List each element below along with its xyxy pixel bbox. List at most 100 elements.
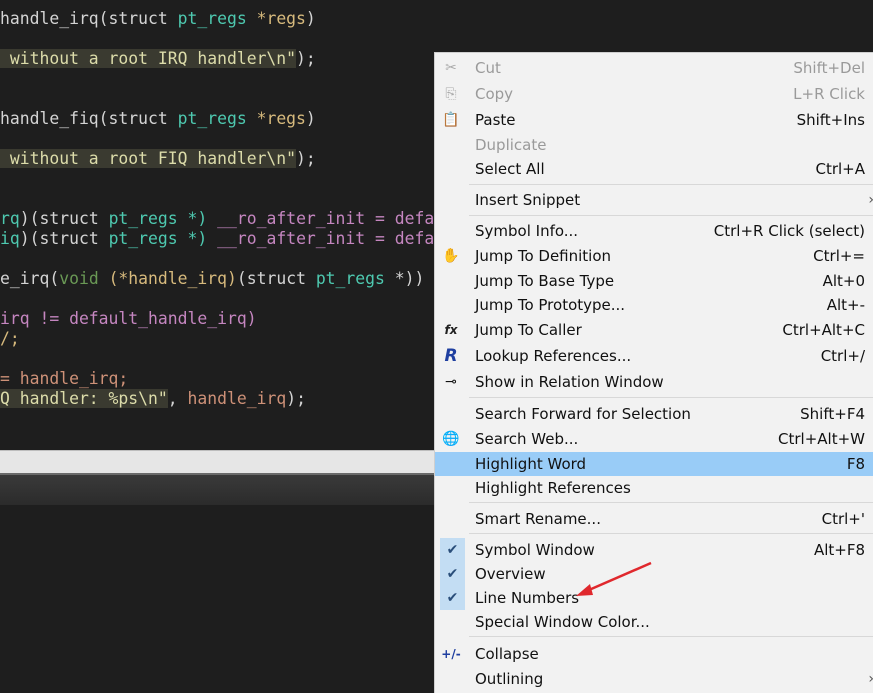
menu-item-shortcut: Shift+Ins xyxy=(796,111,865,129)
menu-item-shortcut: Ctrl+= xyxy=(813,247,865,265)
code-token: irq != default_handle_irq) xyxy=(0,309,257,328)
menu-item-copy[interactable]: ⎘ Copy L+R Click xyxy=(435,82,873,106)
code-token: (*handle_irq) xyxy=(108,269,237,288)
menu-item-label: Jump To Caller xyxy=(475,321,582,339)
code-token: (struct xyxy=(236,269,316,288)
code-token: , xyxy=(167,389,188,408)
code-token: __ro_after_init = defa xyxy=(217,209,435,228)
menu-item-shortcut: Alt+0 xyxy=(822,272,865,290)
menu-item-show-in-relation-window[interactable]: ⊸ Show in Relation Window xyxy=(435,370,873,394)
menu-item-label: Jump To Definition xyxy=(475,247,612,265)
lookup-references-icon: R xyxy=(444,346,458,366)
menu-item-jump-to-caller[interactable]: fx Jump To Caller Ctrl+Alt+C xyxy=(435,318,873,342)
menu-item-smart-rename[interactable]: Smart Rename... Ctrl+' xyxy=(435,507,873,531)
menu-item-label: Search Forward for Selection xyxy=(475,405,691,423)
menu-item-label: Symbol Window xyxy=(475,541,595,559)
menu-item-line-numbers[interactable]: ✔ Line Numbers xyxy=(435,586,873,610)
checkmark-icon: ✔ xyxy=(440,586,465,610)
menu-item-shortcut: Ctrl+R Click (select) xyxy=(713,222,865,240)
menu-item-label: Special Window Color... xyxy=(475,613,650,631)
code-token: rq xyxy=(0,209,20,228)
relation-tree-icon: ⊸ xyxy=(445,374,457,390)
menu-item-highlight-word[interactable]: Highlight Word F8 xyxy=(435,452,873,476)
menu-item-search-forward[interactable]: Search Forward for Selection Shift+F4 xyxy=(435,402,873,426)
code-token: e_irq( xyxy=(0,269,60,288)
menu-item-jump-to-base-type[interactable]: Jump To Base Type Alt+0 xyxy=(435,269,873,293)
menu-item-lookup-references[interactable]: R Lookup References... Ctrl+/ xyxy=(435,344,873,368)
menu-item-label: Highlight Word xyxy=(475,455,587,473)
menu-item-collapse[interactable]: +/- Collapse xyxy=(435,642,873,666)
code-token: )(struct xyxy=(19,209,109,228)
jump-caller-icon: fx xyxy=(444,323,458,337)
code-token: ); xyxy=(296,49,316,68)
menu-item-label: Duplicate xyxy=(475,136,547,154)
menu-item-jump-to-prototype[interactable]: Jump To Prototype... Alt+- xyxy=(435,293,873,317)
code-token: *)) xyxy=(394,269,425,288)
menu-item-paste[interactable]: 📋 Paste Shift+Ins xyxy=(435,108,873,132)
menu-item-shortcut: L+R Click xyxy=(793,85,865,103)
code-token: without a root IRQ handler\n" xyxy=(0,49,297,68)
code-token: iq xyxy=(0,229,20,248)
submenu-arrow-icon: › xyxy=(868,669,873,689)
menu-item-shortcut: Ctrl+/ xyxy=(820,347,865,365)
code-line: without a root FIQ handler\n"); xyxy=(0,149,316,169)
code-token: Q handler: %ps\n" xyxy=(0,389,168,408)
menu-item-insert-snippet[interactable]: Insert Snippet › xyxy=(435,188,873,212)
copy-icon: ⎘ xyxy=(445,86,457,102)
menu-item-symbol-window[interactable]: ✔ Symbol Window Alt+F8 xyxy=(435,538,873,562)
code-token: pt_regs xyxy=(177,9,257,28)
menu-item-shortcut: Ctrl+Alt+C xyxy=(782,321,865,339)
menu-item-shortcut: Ctrl+A xyxy=(815,160,865,178)
menu-item-label: Symbol Info... xyxy=(475,222,579,240)
code-token: handle_irq(struct xyxy=(0,9,178,28)
menu-item-search-web[interactable]: 🌐 Search Web... Ctrl+Alt+W xyxy=(435,427,873,451)
code-token: ) xyxy=(305,9,316,28)
code-token: *regs xyxy=(256,109,306,128)
code-token: ) xyxy=(305,109,316,128)
code-token: pt_regs xyxy=(315,269,395,288)
menu-item-duplicate[interactable]: Duplicate xyxy=(435,133,873,157)
menu-item-highlight-references[interactable]: Highlight References xyxy=(435,476,873,500)
code-line: rq)(struct pt_regs *) __ro_after_init = … xyxy=(0,209,434,229)
menu-item-cut[interactable]: ✂ Cut Shift+Del xyxy=(435,56,873,80)
menu-item-label: Cut xyxy=(475,59,501,77)
code-token: __ro_after_init = defa xyxy=(217,229,435,248)
code-token: handle_fiq(struct xyxy=(0,109,178,128)
menu-item-special-window-color[interactable]: Special Window Color... xyxy=(435,610,873,634)
menu-separator xyxy=(469,533,873,534)
menu-item-outlining[interactable]: Outlining › xyxy=(435,667,873,691)
menu-separator xyxy=(469,397,873,398)
code-token: handle_irq xyxy=(187,389,287,408)
menu-separator xyxy=(469,636,873,637)
code-token: = handle_irq; xyxy=(0,369,129,388)
menu-item-label: Overview xyxy=(475,565,546,583)
code-line: Q handler: %ps\n", handle_irq); xyxy=(0,389,306,409)
menu-item-overview[interactable]: ✔ Overview xyxy=(435,562,873,586)
menu-item-label: Select All xyxy=(475,160,545,178)
menu-separator xyxy=(469,502,873,503)
menu-separator xyxy=(469,184,873,185)
menu-item-label: Collapse xyxy=(475,645,539,663)
menu-item-select-all[interactable]: Select All Ctrl+A xyxy=(435,157,873,181)
menu-item-jump-to-definition[interactable]: ✋ Jump To Definition Ctrl+= xyxy=(435,244,873,268)
menu-item-shortcut: Alt+- xyxy=(826,296,865,314)
menu-item-label: Copy xyxy=(475,85,514,103)
code-line: handle_irq(struct pt_regs *regs) xyxy=(0,9,316,29)
web-search-icon: 🌐 xyxy=(442,431,460,447)
horizontal-scrollbar[interactable] xyxy=(0,450,436,473)
code-line: iq)(struct pt_regs *) __ro_after_init = … xyxy=(0,229,434,249)
code-line: e_irq(void (*handle_irq)(struct pt_regs … xyxy=(0,269,424,289)
code-line: without a root IRQ handler\n"); xyxy=(0,49,316,69)
menu-item-label: Paste xyxy=(475,111,516,129)
menu-item-shortcut: Ctrl+' xyxy=(821,510,865,528)
code-token: ); xyxy=(296,149,316,168)
menu-item-symbol-info[interactable]: Symbol Info... Ctrl+R Click (select) xyxy=(435,219,873,243)
collapse-icon: +/- xyxy=(441,647,461,661)
code-token: without a root FIQ handler\n" xyxy=(0,149,297,168)
menu-item-label: Jump To Base Type xyxy=(475,272,615,290)
menu-item-shortcut: F8 xyxy=(846,455,865,473)
submenu-arrow-icon: › xyxy=(868,190,873,210)
menu-item-shortcut: Shift+F4 xyxy=(800,405,865,423)
code-token: /; xyxy=(0,329,20,348)
code-line: handle_fiq(struct pt_regs *regs) xyxy=(0,109,316,129)
